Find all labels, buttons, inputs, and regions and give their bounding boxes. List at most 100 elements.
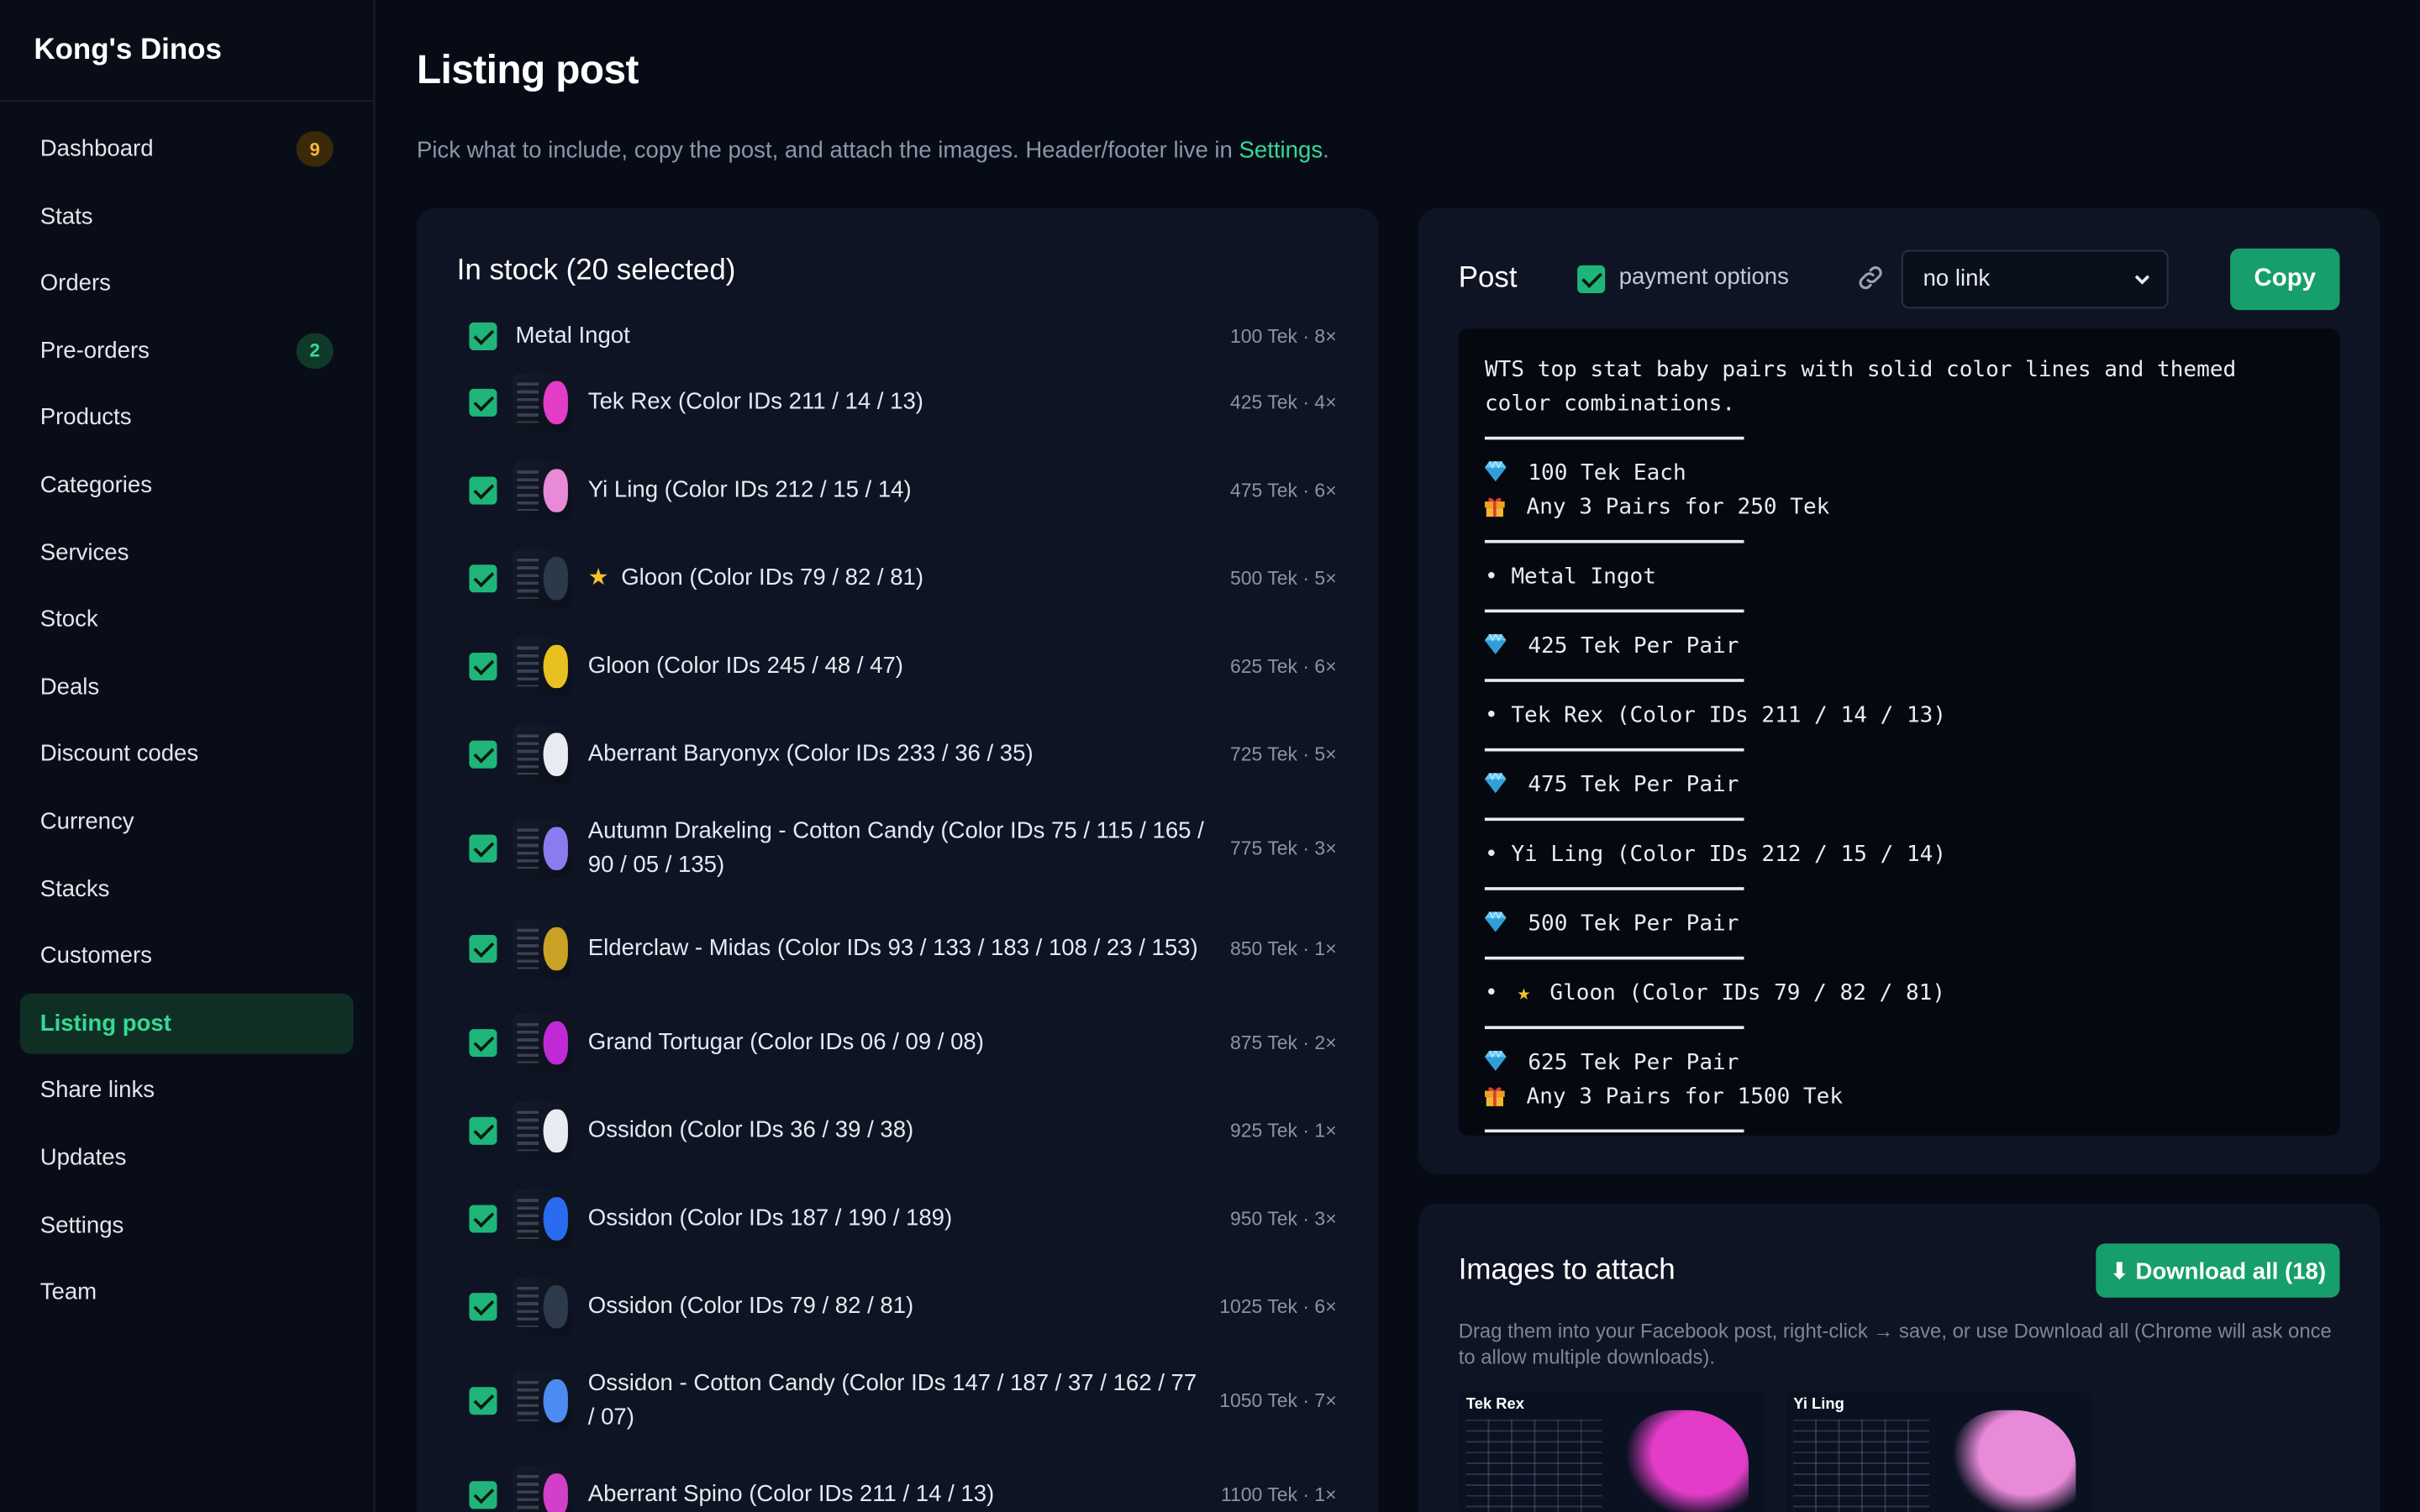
stock-item-meta: 1100 Tek · 1×: [1220, 1483, 1337, 1505]
sidebar-item-settings[interactable]: Settings: [20, 1195, 354, 1256]
stock-item-name: ★ Gloon (Color IDs 79 / 82 / 81): [588, 561, 1230, 595]
stock-checkbox[interactable]: [469, 652, 497, 680]
stock-row[interactable]: ★ Gloon (Color IDs 79 / 82 / 81) 500 Tek ·…: [457, 534, 1337, 622]
link-icon: [1859, 266, 1882, 290]
diamond-icon: [1484, 631, 1507, 654]
stock-checkbox[interactable]: [469, 1204, 497, 1232]
stock-checkbox[interactable]: [469, 1480, 497, 1509]
post-line-text: 100 Tek Each: [1528, 461, 1686, 486]
attach-image[interactable]: Yi Ling: [1786, 1391, 2091, 1512]
stock-item-name: Ossidon - Cotton Candy (Color IDs 147 / …: [588, 1366, 1219, 1434]
stock-checkbox[interactable]: [469, 564, 497, 592]
stock-item-text: Autumn Drakeling - Cotton Candy (Color I…: [587, 816, 1204, 878]
sidebar-item-discount-codes[interactable]: Discount codes: [20, 724, 354, 785]
stock-row[interactable]: Elderclaw - Midas (Color IDs 93 / 133 / …: [457, 898, 1337, 998]
attach-stats-table: [1465, 1419, 1602, 1512]
post-line-text: 475 Tek Per Pair: [1528, 773, 1739, 798]
product-thumbnail: [512, 1100, 571, 1160]
sidebar-item-label: Orders: [39, 270, 111, 297]
stock-item-name: Grand Tortugar (Color IDs 06 / 09 / 08): [588, 1026, 1230, 1059]
sidebar-item-label: Products: [39, 404, 132, 432]
stock-row[interactable]: Autumn Drakeling - Cotton Candy (Color I…: [457, 798, 1337, 898]
brand-name[interactable]: Kong's Dinos: [0, 0, 374, 102]
thumbnail-creature: [543, 1473, 568, 1512]
payment-options-label[interactable]: payment options: [1619, 264, 1789, 290]
download-all-button[interactable]: ⬇ Download all (18): [2096, 1243, 2340, 1298]
stock-item-text: Aberrant Spino (Color IDs 211 / 14 / 13): [587, 1480, 995, 1507]
stock-row[interactable]: Aberrant Spino (Color IDs 211 / 14 / 13)…: [457, 1451, 1337, 1512]
stock-item-meta: 775 Tek · 3×: [1230, 837, 1337, 859]
sidebar-item-stock[interactable]: Stock: [20, 590, 354, 650]
stock-item-text: Metal Ingot: [515, 321, 630, 349]
stock-checkbox[interactable]: [469, 475, 497, 504]
sidebar-item-label: Updates: [39, 1144, 127, 1171]
payment-options-checkbox[interactable]: [1577, 265, 1606, 293]
sidebar-item-dashboard[interactable]: Dashboard 9: [20, 118, 354, 179]
sidebar-item-pre-orders[interactable]: Pre-orders 2: [20, 321, 354, 381]
sidebar-item-label: Categories: [39, 471, 153, 499]
attach-image[interactable]: Tek Rex: [1458, 1391, 1765, 1512]
star-icon: ★: [587, 564, 609, 591]
stock-item-meta: 500 Tek · 5×: [1230, 567, 1337, 589]
stock-checkbox[interactable]: [469, 1292, 497, 1320]
attach-image-title: Tek Rex: [1465, 1396, 1525, 1414]
stock-checkbox[interactable]: [469, 934, 497, 963]
link-select[interactable]: no link: [1901, 249, 2169, 309]
thumbnail-stats: [517, 1198, 539, 1238]
stock-item-text: Ossidon (Color IDs 36 / 39 / 38): [587, 1116, 914, 1143]
post-line: • ★ Gloon (Color IDs 79 / 82 / 81): [1485, 977, 2313, 1011]
thumbnail-stats: [517, 470, 539, 511]
stock-row[interactable]: Yi Ling (Color IDs 212 / 15 / 14) 475 Tek…: [457, 446, 1337, 534]
stock-checkbox[interactable]: [469, 739, 497, 768]
sidebar-item-customers[interactable]: Customers: [20, 926, 354, 986]
thumbnail-stats: [517, 645, 539, 686]
settings-link[interactable]: Settings: [1239, 137, 1323, 163]
stock-row[interactable]: Ossidon (Color IDs 79 / 82 / 81) 1025 Tek…: [457, 1262, 1337, 1350]
sidebar-item-share-links[interactable]: Share links: [20, 1060, 354, 1121]
product-thumbnail: [512, 1012, 571, 1072]
diamond-icon: [1484, 459, 1507, 482]
stock-row[interactable]: Ossidon (Color IDs 187 / 190 / 189) 950 T…: [457, 1174, 1337, 1263]
chevron-down-icon: [2134, 275, 2150, 285]
sidebar-item-listing-post[interactable]: Listing post: [19, 993, 354, 1053]
stock-row[interactable]: Tek Rex (Color IDs 211 / 14 / 13) 425 Tek…: [457, 358, 1337, 446]
post-line-text: Any 3 Pairs for 250 Tek: [1526, 495, 1830, 520]
sidebar-item-team[interactable]: Team: [20, 1263, 354, 1323]
stock-item-meta: 925 Tek · 1×: [1230, 1119, 1337, 1142]
stock-checkbox[interactable]: [469, 833, 497, 862]
stock-row[interactable]: Metal Ingot 100 Tek · 8×: [457, 313, 1337, 358]
post-preview[interactable]: WTS top stat baby pairs with solid color…: [1458, 328, 2340, 1136]
stock-row[interactable]: Aberrant Baryonyx (Color IDs 233 / 36 / …: [457, 710, 1337, 798]
stock-checkbox[interactable]: [469, 387, 497, 417]
stock-row[interactable]: Ossidon - Cotton Candy (Color IDs 147 / …: [457, 1350, 1337, 1450]
sidebar-item-products[interactable]: Products: [20, 388, 354, 449]
stock-checkbox[interactable]: [469, 321, 497, 350]
attach-creature: [1952, 1410, 2076, 1512]
diamond-icon: [1484, 909, 1507, 932]
sidebar-item-stacks[interactable]: Stacks: [20, 858, 354, 919]
stock-row[interactable]: Gloon (Color IDs 245 / 48 / 47) 625 Tek ·…: [457, 622, 1337, 710]
stock-item-text: Ossidon (Color IDs 79 / 82 / 81): [587, 1292, 914, 1319]
sidebar-item-label: Deals: [39, 674, 100, 701]
stock-row[interactable]: Ossidon (Color IDs 36 / 39 / 38) 925 Tek …: [457, 1086, 1337, 1174]
copy-button[interactable]: Copy: [2230, 248, 2340, 311]
star-icon: ★: [1503, 981, 1544, 1006]
sidebar-item-orders[interactable]: Orders: [20, 254, 354, 314]
thumbnail-stats: [517, 1110, 539, 1151]
sidebar-item-categories[interactable]: Categories: [20, 455, 354, 516]
stock-checkbox[interactable]: [469, 1028, 497, 1057]
sidebar-item-currency[interactable]: Currency: [20, 791, 354, 852]
thumbnail-stats: [517, 1285, 539, 1326]
sidebar-item-updates[interactable]: Updates: [20, 1127, 354, 1188]
stock-checkbox[interactable]: [469, 1116, 497, 1144]
sidebar-item-services[interactable]: Services: [20, 522, 354, 583]
stock-row[interactable]: Grand Tortugar (Color IDs 06 / 09 / 08) 8…: [457, 998, 1337, 1086]
sidebar-item-stats[interactable]: Stats: [20, 186, 354, 246]
stock-item-meta: 1025 Tek · 6×: [1219, 1294, 1337, 1317]
thumbnail-creature: [543, 380, 568, 424]
stock-item-meta: 425 Tek · 4×: [1230, 391, 1337, 413]
stock-checkbox[interactable]: [469, 1386, 497, 1415]
stock-item-meta: 850 Tek · 1×: [1230, 937, 1337, 959]
thumbnail-creature: [543, 926, 568, 970]
sidebar-item-deals[interactable]: Deals: [20, 657, 354, 717]
